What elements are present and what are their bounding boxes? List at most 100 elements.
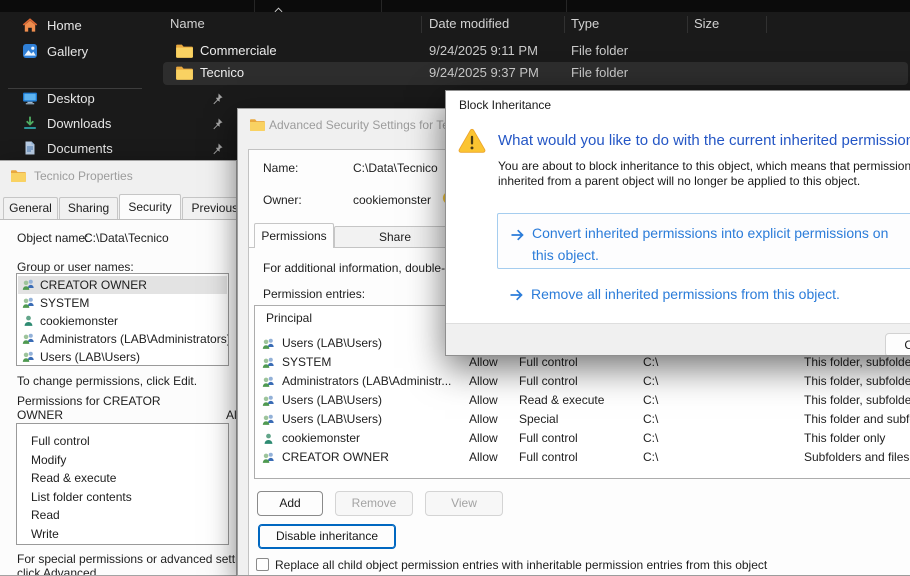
group-item-cookiemonster[interactable]: cookiemonster [18,312,227,330]
cell-type: Allow [469,372,498,391]
disable-inheritance-button[interactable]: Disable inheritance [258,524,396,549]
permissions-for-label: Permissions for CREATOR OWNER [17,394,192,422]
permission-row[interactable]: Modify [31,453,66,467]
cell-access: Read & execute [519,391,604,410]
name-value: C:\Data\Tecnico [353,161,438,175]
tab-general[interactable]: General [3,197,58,219]
table-header-principal[interactable]: Principal [266,311,312,325]
column-divider[interactable] [564,16,565,33]
name-label: Name: [263,161,298,175]
group-item-users[interactable]: Users (LAB\Users) [18,348,227,366]
cell-applies-to: This folder, subfolders and files [804,372,910,391]
column-header-name[interactable]: Name [170,14,205,34]
group-item-label: Administrators (LAB\Administrators) [40,332,229,346]
group-or-user-names-label: Group or user names: [17,260,134,274]
toolbar-separator [381,0,382,12]
sort-ascending-icon [274,7,283,13]
group-user-listbox: CREATOR OWNER SYSTEM cookiemonster Admin… [16,273,229,366]
column-divider[interactable] [421,16,422,33]
folder-icon [175,42,193,60]
tab-permissions[interactable]: Permissions [254,223,334,248]
button-label: Add [279,496,300,510]
button-label: View [451,496,477,510]
command-link-label-line1: Convert inherited permissions into expli… [532,222,888,244]
column-header-type[interactable]: Type [571,14,599,34]
group-icon [22,332,35,345]
tab-share[interactable]: Share [334,226,456,247]
group-item-system[interactable]: SYSTEM [18,294,227,312]
toolbar-separator [566,0,567,12]
permission-row[interactable]: Read [31,508,60,522]
cell-principal: Users (LAB\Users) [282,334,382,353]
convert-permissions-command-link[interactable]: Convert inherited permissions into expli… [497,213,910,269]
body-text-line2: inherited from a parent object will no l… [498,174,860,188]
cell-type: Allow [469,410,498,429]
table-row[interactable]: Users (LAB\Users) Allow Special C:\ This… [255,410,910,429]
advanced-hint-line2: click Advanced. [17,566,100,576]
cell-applies-to: Subfolders and files only [804,448,910,467]
replace-permissions-checkbox[interactable] [256,558,269,571]
warning-icon [458,128,486,154]
cell-principal: SYSTEM [282,353,331,372]
view-button[interactable]: View [425,491,503,516]
tab-label: Security [128,200,171,214]
command-link-label: Remove all inherited permissions from th… [531,283,840,305]
cell-access: Full control [519,372,578,391]
column-divider[interactable] [766,16,767,33]
column-divider[interactable] [687,16,688,33]
cell-applies-to: This folder and subfolders [804,410,910,429]
group-icon [22,278,35,291]
permission-row[interactable]: Write [31,527,59,541]
tab-previous-versions[interactable]: Previous Versions [182,197,237,219]
remove-permissions-command-link[interactable]: Remove all inherited permissions from th… [497,279,910,311]
table-row[interactable]: cookiemonster Allow Full control C:\ Thi… [255,429,910,448]
screen: Home Gallery Desktop Downloads Documents [0,0,910,576]
user-icon [262,432,275,445]
body-text-line1: You are about to block inheritance to th… [498,159,910,173]
column-header-date-modified[interactable]: Date modified [429,14,509,34]
group-icon [262,337,275,350]
group-icon [22,350,35,363]
cancel-button[interactable]: Cancel [885,333,910,356]
file-type: File folder [571,65,628,80]
cell-type: Allow [469,448,498,467]
cell-applies-to: This folder, subfolders and files [804,391,910,410]
arrow-right-icon [510,227,525,243]
tab-label: Permissions [261,229,326,243]
cell-principal: Administrators (LAB\Administr... [282,372,451,391]
permission-row[interactable]: Read & execute [31,471,116,485]
permission-row[interactable]: List folder contents [31,490,132,504]
cell-principal: Users (LAB\Users) [282,391,382,410]
column-header-size[interactable]: Size [694,14,719,34]
group-icon [262,451,275,464]
cell-access: Special [519,410,558,429]
tab-label: Sharing [68,201,109,215]
arrow-right-icon [509,287,524,303]
group-icon [262,375,275,388]
file-row-commerciale[interactable]: Commerciale 9/24/2025 9:11 PM File folde… [163,40,908,62]
cell-inherited-from: C:\ [643,372,658,391]
cell-inherited-from: C:\ [643,410,658,429]
file-row-tecnico[interactable]: Tecnico 9/24/2025 9:37 PM File folder [163,62,908,85]
group-item-administrators[interactable]: Administrators (LAB\Administrators) [18,330,227,348]
file-name: Commerciale [200,43,277,58]
cell-inherited-from: C:\ [643,391,658,410]
owner-label: Owner: [263,193,302,207]
folder-icon [175,64,193,82]
cell-type: Allow [469,391,498,410]
allow-column-header: Allow [226,408,237,422]
file-name: Tecnico [200,65,244,80]
tab-security[interactable]: Security [119,194,181,219]
table-row[interactable]: Users (LAB\Users) Allow Read & execute C… [255,391,910,410]
tab-sharing[interactable]: Sharing [59,197,118,219]
permission-row[interactable]: Full control [31,434,90,448]
permission-row[interactable]: Special permissions [31,543,138,545]
block-inheritance-dialog: Block Inheritance What would you like to… [445,90,910,356]
table-row[interactable]: CREATOR OWNER Allow Full control C:\ Sub… [255,448,910,467]
group-icon [262,394,275,407]
table-row[interactable]: Administrators (LAB\Administr... Allow F… [255,372,910,391]
group-item-creator-owner[interactable]: CREATOR OWNER [18,276,227,294]
cell-inherited-from: C:\ [643,448,658,467]
add-button[interactable]: Add [257,491,323,516]
remove-button[interactable]: Remove [335,491,413,516]
